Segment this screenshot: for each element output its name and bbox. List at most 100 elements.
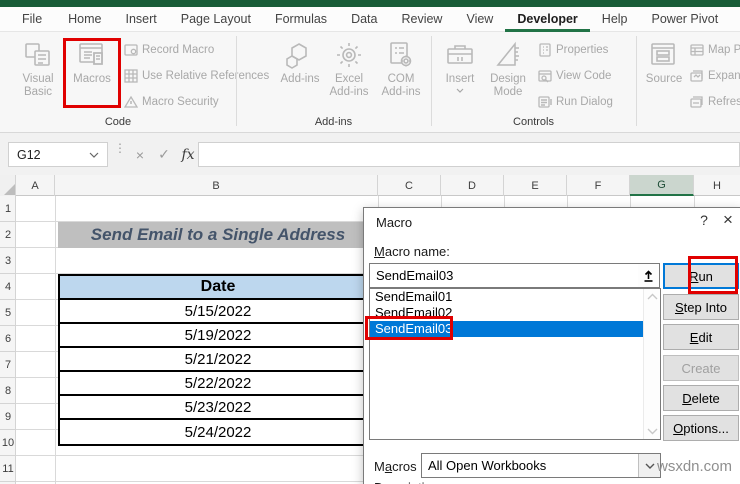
macro-name-up-button[interactable] <box>638 263 660 288</box>
name-box[interactable]: G12 <box>8 142 108 167</box>
row-header-4[interactable]: 4 <box>0 274 16 300</box>
com-add-ins-button[interactable]: COM Add-ins <box>376 36 426 114</box>
view-code-button[interactable]: View Code <box>538 68 611 84</box>
date-cell[interactable]: 5/21/2022 <box>60 348 376 372</box>
macros-in-value: All Open Workbooks <box>428 458 547 473</box>
design-mode-button[interactable]: Design Mode <box>484 36 532 114</box>
column-header-f[interactable]: F <box>567 175 630 196</box>
tab-data[interactable]: Data <box>339 7 389 32</box>
tab-file[interactable]: File <box>0 7 56 32</box>
chevron-down-icon <box>456 88 464 93</box>
row-header-11[interactable]: 11 <box>0 456 16 482</box>
macro-list[interactable]: SendEmail01 SendEmail02 SendEmail03 <box>369 288 661 440</box>
macros-in-dropdown[interactable]: All Open Workbooks <box>421 453 661 478</box>
ribbon-tab-bar: File Home Insert Page Layout Formulas Da… <box>0 7 740 32</box>
options-button[interactable]: Options... <box>663 415 739 441</box>
insert-control-button[interactable]: Insert <box>438 36 482 114</box>
map-properties-label: Map Pr <box>708 44 740 56</box>
expansion-packs-icon <box>690 70 703 82</box>
visual-basic-button[interactable]: Visual Basic <box>14 36 62 114</box>
macro-dialog: Macro ? × Macro name: SendEmail03 SendEm… <box>363 207 740 484</box>
annotation-box-sendemail03 <box>365 316 453 340</box>
record-macro-icon <box>124 44 138 56</box>
column-header-a[interactable]: A <box>16 175 55 196</box>
date-cell[interactable]: 5/19/2022 <box>60 324 376 348</box>
view-code-label: View Code <box>556 70 612 82</box>
row-header-7[interactable]: 7 <box>0 352 16 378</box>
row-header-3[interactable]: 3 <box>0 248 16 274</box>
insert-function-button[interactable]: fx <box>176 142 200 167</box>
tab-formulas[interactable]: Formulas <box>263 7 339 32</box>
chevron-down-icon <box>645 463 654 469</box>
scroll-up-icon[interactable] <box>647 293 658 300</box>
formula-bar-row: G12 ⋮ × ✓ fx <box>0 133 740 175</box>
row-header-1[interactable]: 1 <box>0 196 16 222</box>
column-header-h[interactable]: H <box>694 175 740 196</box>
name-box-chevron-icon[interactable] <box>89 152 99 158</box>
tab-home[interactable]: Home <box>56 7 113 32</box>
column-header-g[interactable]: G <box>630 175 694 196</box>
help-button[interactable]: ? <box>694 212 714 232</box>
add-ins-icon <box>286 43 307 69</box>
refresh-data-button[interactable]: Refresh <box>690 94 740 110</box>
column-header-c[interactable]: C <box>378 175 441 196</box>
row-headers: 1 2 3 4 5 6 7 8 9 10 11 <box>0 196 16 484</box>
description-label: Description <box>374 480 439 484</box>
tab-help[interactable]: Help <box>590 7 640 32</box>
map-properties-button[interactable]: Map Pr <box>690 42 740 58</box>
expansion-packs-button[interactable]: Expansi <box>690 68 740 84</box>
tab-review[interactable]: Review <box>389 7 454 32</box>
date-cell[interactable]: 5/24/2022 <box>60 420 376 444</box>
date-cell[interactable]: 5/22/2022 <box>60 372 376 396</box>
row-header-2[interactable]: 2 <box>0 222 16 248</box>
visual-basic-label: Visual Basic <box>22 73 54 98</box>
insert-control-label: Insert <box>445 73 475 85</box>
enter-button[interactable]: ✓ <box>152 142 176 167</box>
edit-button[interactable]: Edit <box>663 324 739 350</box>
record-macro-label: Record Macro <box>142 44 215 56</box>
cancel-button[interactable]: × <box>128 142 152 167</box>
macro-list-scrollbar[interactable] <box>643 289 660 439</box>
run-dialog-button[interactable]: Run Dialog <box>538 94 613 110</box>
select-all-corner[interactable] <box>0 175 16 196</box>
source-icon <box>651 43 675 65</box>
excel-add-ins-button[interactable]: Excel Add-ins <box>324 36 374 114</box>
date-cell[interactable]: 5/15/2022 <box>60 300 376 324</box>
macro-list-item[interactable]: SendEmail01 <box>370 289 660 305</box>
column-header-b[interactable]: B <box>55 175 378 196</box>
add-ins-group-label: Add-ins <box>314 116 353 128</box>
tab-developer[interactable]: Developer <box>505 7 590 32</box>
row-header-9[interactable]: 9 <box>0 404 16 430</box>
source-button[interactable]: Source <box>642 36 686 114</box>
row-header-8[interactable]: 8 <box>0 378 16 404</box>
date-table: Date 5/15/2022 5/19/2022 5/21/2022 5/22/… <box>58 274 378 446</box>
step-into-button[interactable]: Step Into <box>663 294 739 320</box>
tab-insert[interactable]: Insert <box>114 7 169 32</box>
formula-input[interactable] <box>198 142 740 167</box>
map-properties-icon <box>690 44 704 56</box>
expansion-packs-label: Expansi <box>708 70 740 82</box>
record-macro-button[interactable]: Record Macro <box>124 42 214 58</box>
formula-bar-grip[interactable]: ⋮ <box>114 142 126 154</box>
macro-security-button[interactable]: Macro Security <box>124 94 219 110</box>
add-ins-button[interactable]: Add-ins <box>278 36 322 114</box>
column-header-d[interactable]: D <box>441 175 504 196</box>
com-add-ins-icon <box>390 42 412 67</box>
properties-button[interactable]: Properties <box>538 42 608 58</box>
properties-label: Properties <box>556 44 609 56</box>
row-header-6[interactable]: 6 <box>0 326 16 352</box>
delete-button[interactable]: Delete <box>663 385 739 411</box>
row-header-10[interactable]: 10 <box>0 430 16 456</box>
row-header-5[interactable]: 5 <box>0 300 16 326</box>
column-header-e[interactable]: E <box>504 175 567 196</box>
visual-basic-icon <box>25 43 50 66</box>
date-table-header[interactable]: Date <box>60 276 376 300</box>
close-icon[interactable]: × <box>716 210 740 234</box>
tab-page-layout[interactable]: Page Layout <box>169 7 263 32</box>
tab-power-pivot[interactable]: Power Pivot <box>640 7 731 32</box>
use-relative-references-button[interactable]: Use Relative References <box>124 68 269 84</box>
tab-view[interactable]: View <box>454 7 505 32</box>
scroll-down-icon[interactable] <box>647 428 658 435</box>
macro-name-input[interactable]: SendEmail03 <box>369 263 639 288</box>
date-cell[interactable]: 5/23/2022 <box>60 396 376 420</box>
